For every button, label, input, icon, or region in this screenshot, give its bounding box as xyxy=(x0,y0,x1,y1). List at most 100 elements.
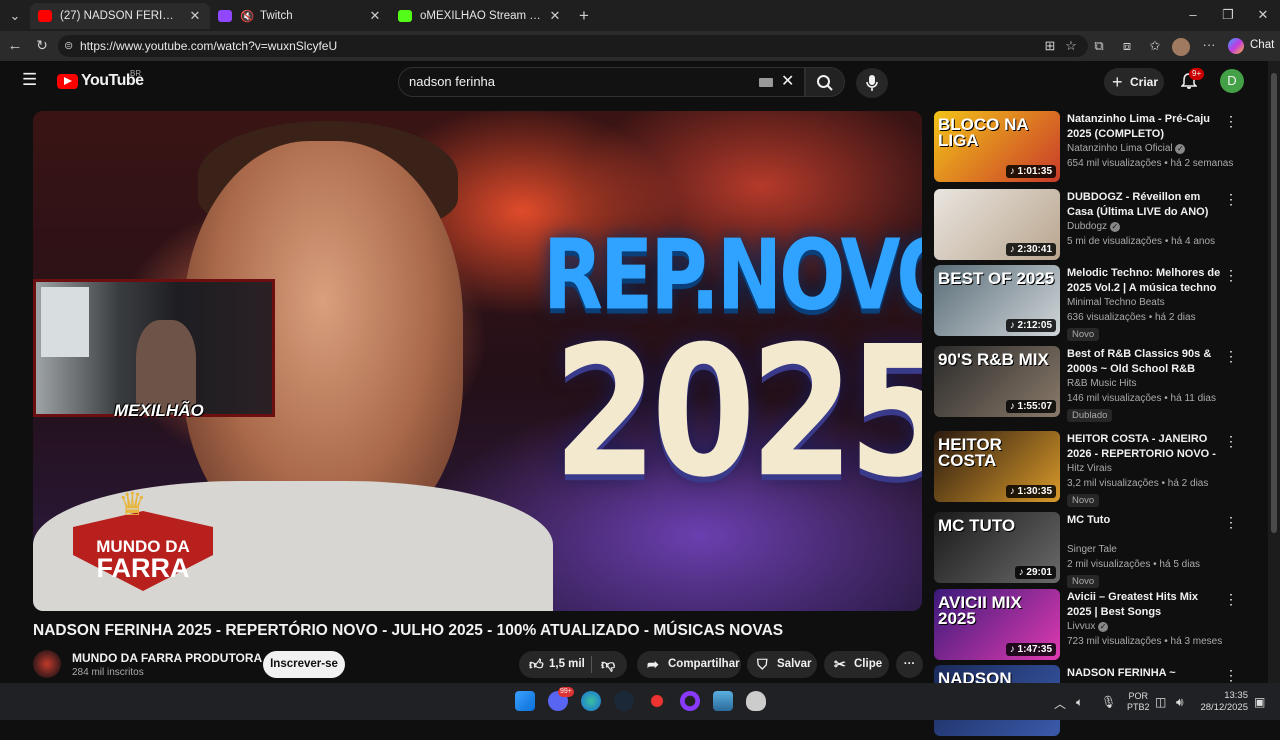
more-options-icon[interactable]: ⋮ xyxy=(1224,191,1238,208)
account-avatar[interactable]: D xyxy=(1220,69,1244,93)
tab-list-chevron-icon[interactable]: ⌄ xyxy=(6,8,24,24)
recommended-title[interactable]: Best of R&B Classics 90s & 2000s ~ Old S… xyxy=(1067,347,1222,377)
tab-twitch[interactable]: 🔇 Twitch ✕ xyxy=(210,3,390,29)
keyboard-icon[interactable] xyxy=(759,78,773,87)
mouse-app-icon[interactable] xyxy=(746,691,766,711)
video-thumbnail[interactable]: AVICII MIX 2025 ♪ 1:47:35 xyxy=(934,589,1060,660)
show-hidden-icons-chevron[interactable]: ︿ xyxy=(1054,695,1066,712)
views-and-age: 723 mil visualizações • há 3 meses xyxy=(1067,636,1223,647)
recommended-title[interactable]: Melodic Techno: Melhores de 2025 Vol.2 |… xyxy=(1067,266,1222,296)
extensions-icon[interactable]: ⧉ xyxy=(1090,38,1108,54)
profile-avatar-icon[interactable] xyxy=(1172,38,1190,56)
recommended-title[interactable]: MC Tuto xyxy=(1067,513,1222,528)
screenshot-tool-icon[interactable] xyxy=(713,691,733,711)
logo-line-2: FARRA xyxy=(96,553,190,583)
page-scrollbar[interactable] xyxy=(1268,61,1280,683)
close-tab-icon[interactable]: ✕ xyxy=(188,8,202,24)
network-icon[interactable]: ◫ xyxy=(1155,695,1166,709)
tab-kick[interactable]: oMEXILHAO Stream - Watch Live o ✕ xyxy=(390,3,570,29)
recommended-channel[interactable]: Livvux ✓ xyxy=(1067,621,1109,632)
new-tab-plus-icon[interactable]: + xyxy=(575,6,593,26)
more-options-icon[interactable]: ⋮ xyxy=(1224,267,1238,284)
recommended-channel[interactable]: R&B Music Hits xyxy=(1067,378,1136,389)
recommended-video[interactable]: HEITOR COSTA ♪ 1:30:35 HEITOR COSTA - JANE… xyxy=(934,431,1264,507)
recommended-video[interactable]: BEST OF 2025 ♪ 2:12:05 Melodic Techno: Mel… xyxy=(934,265,1264,341)
save-button[interactable]: ⛉ Salvar xyxy=(747,651,817,678)
voice-search-button[interactable] xyxy=(856,68,888,98)
share-button[interactable]: ➦ Compartilhar xyxy=(637,651,741,678)
restore-icon[interactable]: ❐ xyxy=(1219,7,1237,23)
input-language-indicator[interactable]: POR PTB2 xyxy=(1127,691,1150,713)
more-options-icon[interactable]: ⋮ xyxy=(1224,348,1238,365)
subscribe-button[interactable]: Inscrever-se xyxy=(263,651,345,678)
recommended-channel[interactable]: Minimal Techno Beats xyxy=(1067,297,1165,308)
dislike-button[interactable]: 👎︎ xyxy=(592,651,627,678)
close-window-icon[interactable]: ✕ xyxy=(1254,7,1272,23)
recommended-title[interactable]: HEITOR COSTA - JANEIRO 2026 - REPERTORIO… xyxy=(1067,432,1222,462)
url-field[interactable]: ⊜ https://www.youtube.com/watch?v=wuxnSl… xyxy=(58,35,1088,57)
recommended-video[interactable]: BLOCO NA LIGA ♪ 1:01:35 Natanzinho Lima - … xyxy=(934,111,1264,186)
notifications-button[interactable]: 9+ xyxy=(1180,68,1205,91)
minimize-icon[interactable]: – xyxy=(1184,7,1202,22)
more-options-icon[interactable]: ⋮ xyxy=(1224,591,1238,608)
microphone-tray-icon[interactable]: 🎙︎ xyxy=(1101,695,1116,709)
favorites-icon[interactable]: ✩ xyxy=(1146,38,1164,54)
back-arrow-icon[interactable]: ← xyxy=(6,37,24,54)
speaker-tray-icon[interactable]: 🔈︎ xyxy=(1076,695,1083,710)
app-available-icon[interactable]: ⊞ xyxy=(1041,38,1059,54)
more-options-icon[interactable]: ··· xyxy=(1200,37,1218,52)
obs-record-icon[interactable] xyxy=(647,691,667,711)
steam-icon[interactable] xyxy=(614,691,634,711)
edge-browser-icon[interactable] xyxy=(581,691,601,711)
video-player[interactable]: REP.NOVO 2025 MEXILHÃO ♛ MUNDO DA FARRA xyxy=(33,111,922,611)
search-button[interactable] xyxy=(805,67,845,97)
notification-center-icon[interactable]: ▣ xyxy=(1254,695,1265,709)
more-actions-button[interactable]: ··· xyxy=(896,651,923,678)
muted-speaker-icon[interactable]: 🔇 xyxy=(240,9,254,23)
video-thumbnail[interactable]: MC TUTO ♪ 29:01 xyxy=(934,512,1060,583)
discord-icon[interactable]: 99+ xyxy=(548,687,574,711)
twitch-app-icon[interactable] xyxy=(680,691,700,711)
video-thumbnail[interactable]: ♪ 2:30:41 xyxy=(934,189,1060,260)
favorite-star-icon[interactable]: ☆ xyxy=(1062,38,1080,54)
more-options-icon[interactable]: ⋮ xyxy=(1224,514,1238,531)
recommended-video[interactable]: AVICII MIX 2025 ♪ 1:47:35 Avicii – Greates… xyxy=(934,589,1264,664)
video-thumbnail[interactable]: BLOCO NA LIGA ♪ 1:01:35 xyxy=(934,111,1060,182)
recommended-channel[interactable]: Hitz Virais xyxy=(1067,463,1112,474)
windows-start-icon[interactable] xyxy=(515,691,535,711)
site-info-icon[interactable]: ⊜ xyxy=(64,35,73,57)
recommended-video[interactable]: MC TUTO ♪ 29:01 MC Tuto Singer Tale 2 mil vi… xyxy=(934,512,1264,588)
recommended-title[interactable]: Natanzinho Lima - Pré-Caju 2025 (COMPLET… xyxy=(1067,112,1222,142)
recommended-channel[interactable]: Natanzinho Lima Oficial ✓ xyxy=(1067,143,1186,154)
close-tab-icon[interactable]: ✕ xyxy=(548,8,562,24)
scrollbar-thumb[interactable] xyxy=(1271,73,1277,533)
recommended-video[interactable]: ♪ 2:30:41 DUBDOGZ - Réveillon em Casa (Úl… xyxy=(934,189,1264,264)
refresh-icon[interactable]: ↻ xyxy=(33,37,51,54)
hamburger-menu-icon[interactable]: ☰ xyxy=(22,71,38,88)
search-input[interactable]: nadson ferinha ✕ xyxy=(398,67,805,97)
create-button[interactable]: + Criar xyxy=(1104,68,1164,96)
recommended-channel[interactable]: Singer Tale xyxy=(1067,544,1117,555)
video-thumbnail[interactable]: 90'S R&B MIX ♪ 1:55:07 xyxy=(934,346,1060,417)
clock[interactable]: 13:35 28/12/2025 xyxy=(1200,690,1248,714)
volume-icon[interactable]: 🔊︎ xyxy=(1176,695,1184,710)
copilot-chat-button[interactable]: Chat xyxy=(1228,36,1274,56)
video-thumbnail[interactable]: HEITOR COSTA ♪ 1:30:35 xyxy=(934,431,1060,502)
close-tab-icon[interactable]: ✕ xyxy=(368,8,382,24)
recommended-title[interactable]: DUBDOGZ - Réveillon em Casa (Última LIVE… xyxy=(1067,190,1222,220)
tab-youtube[interactable]: (27) NADSON FERINHA 2025 - REP ✕ xyxy=(30,3,210,29)
video-thumbnail[interactable]: BEST OF 2025 ♪ 2:12:05 xyxy=(934,265,1060,336)
youtube-logo[interactable]: YouTube BR xyxy=(57,69,167,93)
split-screen-icon[interactable]: ⧈ xyxy=(1118,38,1136,54)
like-button[interactable]: 👍︎ 1,5 mil xyxy=(519,651,591,678)
channel-avatar[interactable] xyxy=(33,650,61,678)
recommended-channel[interactable]: Dubdogz ✓ xyxy=(1067,221,1120,232)
recommended-video[interactable]: 90'S R&B MIX ♪ 1:55:07 Best of R&B Classic… xyxy=(934,346,1264,422)
channel-name[interactable]: MUNDO DA FARRA PRODUTORA xyxy=(72,651,262,665)
clip-button[interactable]: ✂ Clipe xyxy=(824,651,889,678)
clear-search-icon[interactable]: ✕ xyxy=(781,68,794,96)
more-options-icon[interactable]: ⋮ xyxy=(1224,113,1238,130)
more-options-icon[interactable]: ⋮ xyxy=(1224,667,1238,684)
recommended-title[interactable]: Avicii – Greatest Hits Mix 2025 | Best S… xyxy=(1067,590,1222,620)
more-options-icon[interactable]: ⋮ xyxy=(1224,433,1238,450)
